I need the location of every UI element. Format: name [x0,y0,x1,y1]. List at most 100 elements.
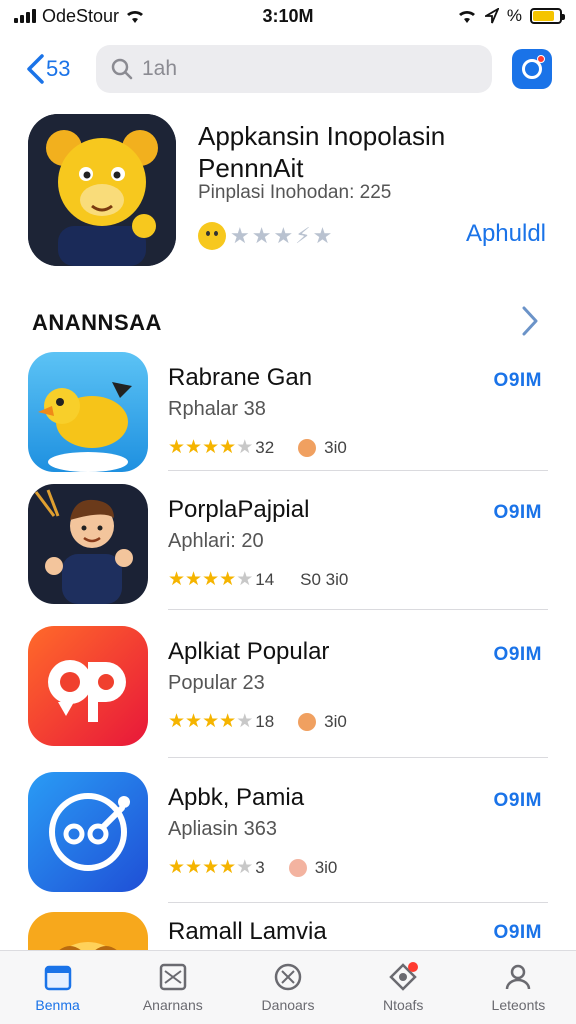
apps-icon [274,963,302,991]
star-icon: ★ [202,569,220,590]
app-category: Rphalar 38 [168,398,266,420]
star-icon: ★ [236,569,254,590]
divider [168,757,548,758]
get-button[interactable]: O9IM [494,790,542,812]
app-extra: 3i0 [324,712,347,731]
games-icon [159,963,187,991]
carrier-label: OdeStour [42,5,120,26]
app-rating: ★★★★★ 18 3i0 [168,712,347,732]
search-input[interactable]: 1ah [96,45,492,93]
navigation-bar: 53 1ah [0,44,576,94]
search-placeholder: 1ah [142,57,178,80]
cartoon-mascot-icon [28,114,176,266]
location-arrow-icon [484,8,499,24]
tab-label: Anarnans [142,997,203,1013]
list-item[interactable]: Apbk, Pamia Apliasin 363 ★★★★★ 3 3i0 O9I… [28,772,548,902]
app-extra: 3i0 [324,438,347,457]
star-rating: ★★★★★ [168,858,253,878]
tab-label: Ntoafs [382,997,424,1013]
wifi-icon [458,10,475,23]
star-icon: ★ [219,711,237,732]
app-category: Aphlari: 20 [168,530,264,552]
tab-account[interactable]: Leteonts [461,951,576,1024]
star-icon: ★ [236,711,254,732]
star-icon: ★ [219,857,237,878]
app-category: Popular 23 [168,672,265,694]
get-button[interactable]: O9IM [494,922,542,944]
list-item[interactable]: Rabrane Gan Rphalar 38 ★★★★★ 32 3i0 O9IM [28,352,548,482]
star-icon: ★ [168,569,186,590]
app-category: Apliasin 363 [168,818,277,840]
get-button[interactable]: O9IM [494,644,542,666]
app-extra: S0 3i0 [300,570,349,589]
yellow-bird-icon [28,352,148,472]
battery-icon [530,8,565,24]
star-icon: ★ [236,437,254,458]
tab-today[interactable]: Benma [0,951,115,1024]
notification-dot [537,55,545,63]
tab-arcade[interactable]: Ntoafs [346,951,461,1024]
status-right: % [362,6,565,26]
tab-games[interactable]: Anarnans [115,951,230,1024]
divider [168,470,548,471]
featured-rating-text: ★★★⚡★ [230,223,335,248]
star-icon: ★ [168,711,186,732]
search-icon [111,58,133,80]
star-icon: ★ [202,711,220,732]
star-icon: ★ [202,437,220,458]
featured-subtitle: Pinplasi Inohodan: 225 [198,182,392,203]
star-icon: ★ [202,857,220,878]
tab-label: Danoars [261,997,315,1013]
tab-apps[interactable]: Danoars [230,951,345,1024]
list-item[interactable]: Aplkiat Popular Popular 23 ★★★★★ 18 3i0 … [28,626,548,756]
star-rating: ★★★★★ [168,570,253,590]
battery-percent: % [506,6,522,25]
coin-icon [298,439,317,457]
featured-title: Appkansin Inopolasin PennnAit [198,121,446,183]
app-name: Aplkiat Popular [168,638,330,665]
star-icon: ★ [185,857,203,878]
tab-label: Benma [35,997,80,1013]
star-icon: ★ [219,569,237,590]
star-icon: ★ [236,857,254,878]
yellow-face-icon [28,912,148,950]
status-bar: OdeStour 3:10M % [0,0,576,32]
blue-circle-icon [28,772,148,892]
list-item[interactable]: PorplaPajpial Aphlari: 20 ★★★★★ 14 S0 3i… [28,484,548,614]
app-rating: ★★★★★ 32 3i0 [168,438,347,458]
app-name: Rabrane Gan [168,364,313,391]
featured-app[interactable]: Appkansin Inopolasin PennnAit Pinplasi I… [28,114,548,270]
list-item[interactable]: Ramall Lamvia O9IM [28,912,548,950]
featured-rating: ★★★⚡★ [198,222,334,250]
star-icon: ★ [185,569,203,590]
clock: 3:10M [262,5,314,26]
arcade-icon [389,962,419,991]
get-button[interactable]: O9IM [494,370,542,392]
star-icon: ★ [168,437,186,458]
star-icon: ★ [185,437,203,458]
smiley-icon [198,222,226,250]
back-button[interactable]: 53 [24,53,96,85]
signal-icon [14,9,36,23]
app-rating: ★★★★★ 14 S0 3i0 [168,570,348,590]
app-name: Ramall Lamvia [168,918,327,945]
star-icon: ★ [168,857,186,878]
rating-count: 14 [255,570,275,589]
tab-label: Leteonts [491,997,546,1013]
account-icon [506,964,531,990]
chevron-right-icon[interactable] [520,304,540,338]
tab-bar: Benma Anarnans Danoars Ntoafs Leteonts [0,950,576,1024]
back-label: 53 [46,56,71,81]
app-rating: ★★★★★ 3 3i0 [168,858,337,878]
app-name: PorplaPajpial [168,496,310,523]
battery-level [533,11,554,21]
peach-icon [288,859,307,877]
star-rating: ★★★★★ [168,438,253,458]
get-button[interactable]: O9IM [494,502,542,524]
section-title: ANANNSAA [32,310,162,335]
rating-count: 3 [255,858,265,877]
featured-get-button[interactable]: Aphuldl [466,220,546,248]
divider [168,609,548,610]
rating-count: 18 [255,712,275,731]
account-button[interactable] [512,49,552,89]
